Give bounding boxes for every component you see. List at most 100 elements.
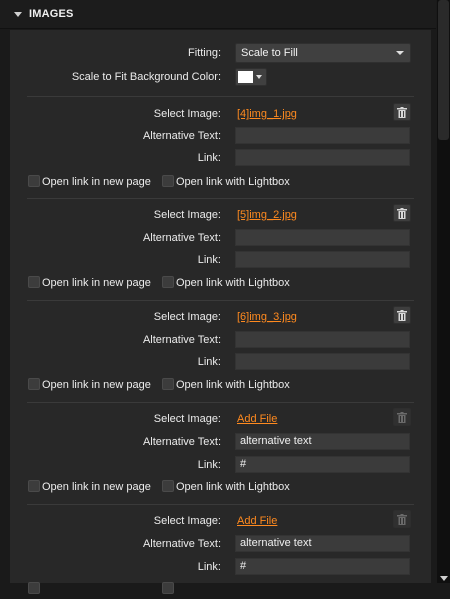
- alt-text-row: Alternative Text: alternative text: [10, 534, 431, 554]
- new-page-checkbox[interactable]: [28, 175, 40, 187]
- options-row: Open link in new page Open link with Lig…: [10, 273, 431, 293]
- alt-text-label: Alternative Text:: [142, 334, 221, 346]
- lightbox-checkbox[interactable]: [162, 480, 174, 492]
- lightbox-label: Open link with Lightbox: [176, 481, 290, 493]
- link-input[interactable]: #: [235, 558, 410, 575]
- new-page-checkbox[interactable]: [28, 276, 40, 288]
- link-row: Link:: [10, 250, 431, 270]
- options-row: Open link in new page Open link with Lig…: [10, 477, 431, 497]
- link-input[interactable]: #: [235, 456, 410, 473]
- link-row: Link: #: [10, 455, 431, 475]
- new-page-label: Open link in new page: [42, 481, 151, 493]
- chevron-down-icon: [396, 51, 404, 55]
- new-page-label: Open link in new page: [42, 379, 151, 391]
- alt-text-row: Alternative Text:: [10, 228, 431, 248]
- delete-image-button[interactable]: [393, 103, 411, 121]
- select-image-label: Select Image:: [153, 413, 221, 425]
- lightbox-checkbox[interactable]: [162, 276, 174, 288]
- link-label: Link:: [197, 356, 221, 368]
- divider: [27, 198, 414, 199]
- alt-text-label: Alternative Text:: [142, 538, 221, 550]
- link-label: Link:: [197, 152, 221, 164]
- delete-image-button[interactable]: [393, 510, 411, 528]
- alt-text-label: Alternative Text:: [142, 130, 221, 142]
- bg-color-picker[interactable]: [235, 68, 267, 86]
- options-row: Open link in new page Open link with Lig…: [10, 375, 431, 395]
- delete-image-button[interactable]: [393, 408, 411, 426]
- scroll-down-arrow-icon[interactable]: [440, 576, 448, 581]
- bg-color-row: Scale to Fit Background Color:: [10, 67, 431, 87]
- link-row: Link:: [10, 352, 431, 372]
- lightbox-label: Open link with Lightbox: [176, 176, 290, 188]
- select-image-row: Select Image: [5]img_2.jpg: [10, 204, 431, 225]
- trash-icon: [397, 207, 407, 219]
- link-label: Link:: [197, 254, 221, 266]
- new-page-checkbox[interactable]: [28, 480, 40, 492]
- delete-image-button[interactable]: [393, 204, 411, 222]
- alt-text-input[interactable]: [235, 331, 410, 348]
- link-input[interactable]: [235, 353, 410, 370]
- select-image-row: Select Image: Add File: [10, 510, 431, 531]
- trash-icon: [397, 411, 407, 423]
- link-row: Link: #: [10, 557, 431, 577]
- alt-text-row: Alternative Text:: [10, 330, 431, 350]
- new-page-label: Open link in new page: [42, 176, 151, 188]
- link-input[interactable]: [235, 251, 410, 268]
- alt-text-input[interactable]: alternative text: [235, 535, 410, 552]
- select-image-label: Select Image:: [153, 311, 221, 323]
- select-image-label: Select Image:: [153, 209, 221, 221]
- divider: [27, 402, 414, 403]
- alt-text-row: Alternative Text: alternative text: [10, 432, 431, 452]
- color-swatch: [238, 71, 253, 83]
- options-row: [10, 579, 431, 599]
- scrollbar-thumb[interactable]: [438, 0, 449, 140]
- delete-image-button[interactable]: [393, 306, 411, 324]
- add-file-link[interactable]: Add File: [237, 409, 277, 429]
- collapse-triangle-icon[interactable]: [14, 11, 22, 17]
- divider: [27, 96, 414, 97]
- vertical-scrollbar[interactable]: [437, 0, 450, 583]
- image-file-link[interactable]: [4]img_1.jpg: [237, 104, 297, 124]
- section-title: IMAGES: [29, 8, 74, 20]
- bg-color-label: Scale to Fit Background Color:: [71, 71, 221, 83]
- add-file-link[interactable]: Add File: [237, 511, 277, 531]
- image-file-link[interactable]: [6]img_3.jpg: [237, 307, 297, 327]
- link-input[interactable]: [235, 149, 410, 166]
- select-image-row: Select Image: [4]img_1.jpg: [10, 103, 431, 124]
- new-page-label: Open link in new page: [42, 277, 151, 289]
- new-page-checkbox[interactable]: [28, 582, 40, 594]
- fitting-label: Fitting:: [187, 47, 221, 59]
- trash-icon: [397, 513, 407, 525]
- options-row: Open link in new page Open link with Lig…: [10, 172, 431, 192]
- fitting-row: Fitting: Scale to Fill: [10, 43, 431, 63]
- alt-text-input[interactable]: [235, 127, 410, 144]
- fitting-value: Scale to Fill: [241, 47, 298, 59]
- link-label: Link:: [197, 459, 221, 471]
- lightbox-checkbox[interactable]: [162, 582, 174, 594]
- new-page-checkbox[interactable]: [28, 378, 40, 390]
- trash-icon: [397, 309, 407, 321]
- lightbox-checkbox[interactable]: [162, 175, 174, 187]
- alt-text-label: Alternative Text:: [142, 232, 221, 244]
- link-label: Link:: [197, 561, 221, 573]
- divider: [27, 504, 414, 505]
- alt-text-label: Alternative Text:: [142, 436, 221, 448]
- image-file-link[interactable]: [5]img_2.jpg: [237, 205, 297, 225]
- images-panel: Fitting: Scale to Fill Scale to Fit Back…: [10, 30, 431, 594]
- chevron-down-icon: [256, 75, 262, 79]
- section-header[interactable]: IMAGES: [0, 0, 436, 29]
- fitting-dropdown[interactable]: Scale to Fill: [235, 43, 411, 63]
- select-image-row: Select Image: [6]img_3.jpg: [10, 306, 431, 327]
- lightbox-checkbox[interactable]: [162, 378, 174, 390]
- alt-text-input[interactable]: alternative text: [235, 433, 410, 450]
- lightbox-label: Open link with Lightbox: [176, 277, 290, 289]
- alt-text-row: Alternative Text:: [10, 126, 431, 146]
- divider: [27, 300, 414, 301]
- trash-icon: [397, 106, 407, 118]
- alt-text-input[interactable]: [235, 229, 410, 246]
- lightbox-label: Open link with Lightbox: [176, 379, 290, 391]
- link-row: Link:: [10, 148, 431, 168]
- select-image-row: Select Image: Add File: [10, 408, 431, 429]
- select-image-label: Select Image:: [153, 515, 221, 527]
- select-image-label: Select Image:: [153, 108, 221, 120]
